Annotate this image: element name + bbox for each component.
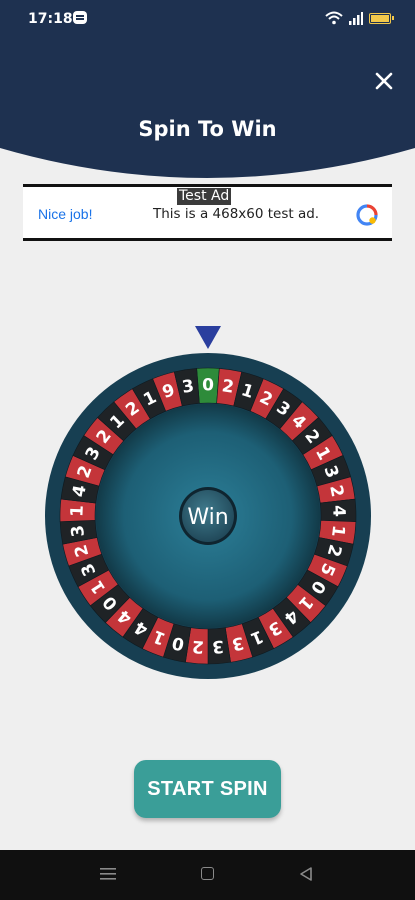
roulette-wheel: 0 2 1 234213241250143133201440132314232121 9… xyxy=(45,353,371,679)
ad-label: Test Ad xyxy=(177,188,232,205)
wheel-number: 4 xyxy=(328,505,348,518)
wifi-icon xyxy=(325,11,343,25)
back-icon[interactable] xyxy=(298,866,314,882)
status-time: 17:18 xyxy=(28,11,73,27)
message-icon xyxy=(73,11,87,24)
wheel-pointer xyxy=(195,326,221,349)
navigation-bar xyxy=(0,850,415,900)
page-title: Spin To Win xyxy=(138,117,277,141)
win-label: Win xyxy=(187,505,228,530)
wheel-number: 3 xyxy=(211,636,224,657)
home-icon[interactable] xyxy=(201,867,214,880)
signal-icon xyxy=(349,12,363,25)
recent-apps-icon[interactable] xyxy=(100,867,116,881)
ad-headline[interactable]: Nice job! xyxy=(38,206,92,222)
header-background xyxy=(0,38,415,178)
wheel-number: 2 xyxy=(191,636,204,657)
status-icons xyxy=(325,10,394,26)
wheel-number: 1 xyxy=(327,524,348,538)
status-bar: 17:18 xyxy=(0,0,415,38)
battery-icon xyxy=(369,12,394,24)
wheel-number: 3 xyxy=(68,524,89,538)
close-icon[interactable] xyxy=(373,70,395,92)
wheel-number: 0 xyxy=(202,376,214,396)
ad-text: This is a 468x60 test ad. xyxy=(153,206,320,222)
wheel-number: 1 xyxy=(67,505,87,518)
ad-logo-icon[interactable] xyxy=(355,203,379,227)
start-spin-button[interactable]: START SPIN xyxy=(134,760,281,818)
